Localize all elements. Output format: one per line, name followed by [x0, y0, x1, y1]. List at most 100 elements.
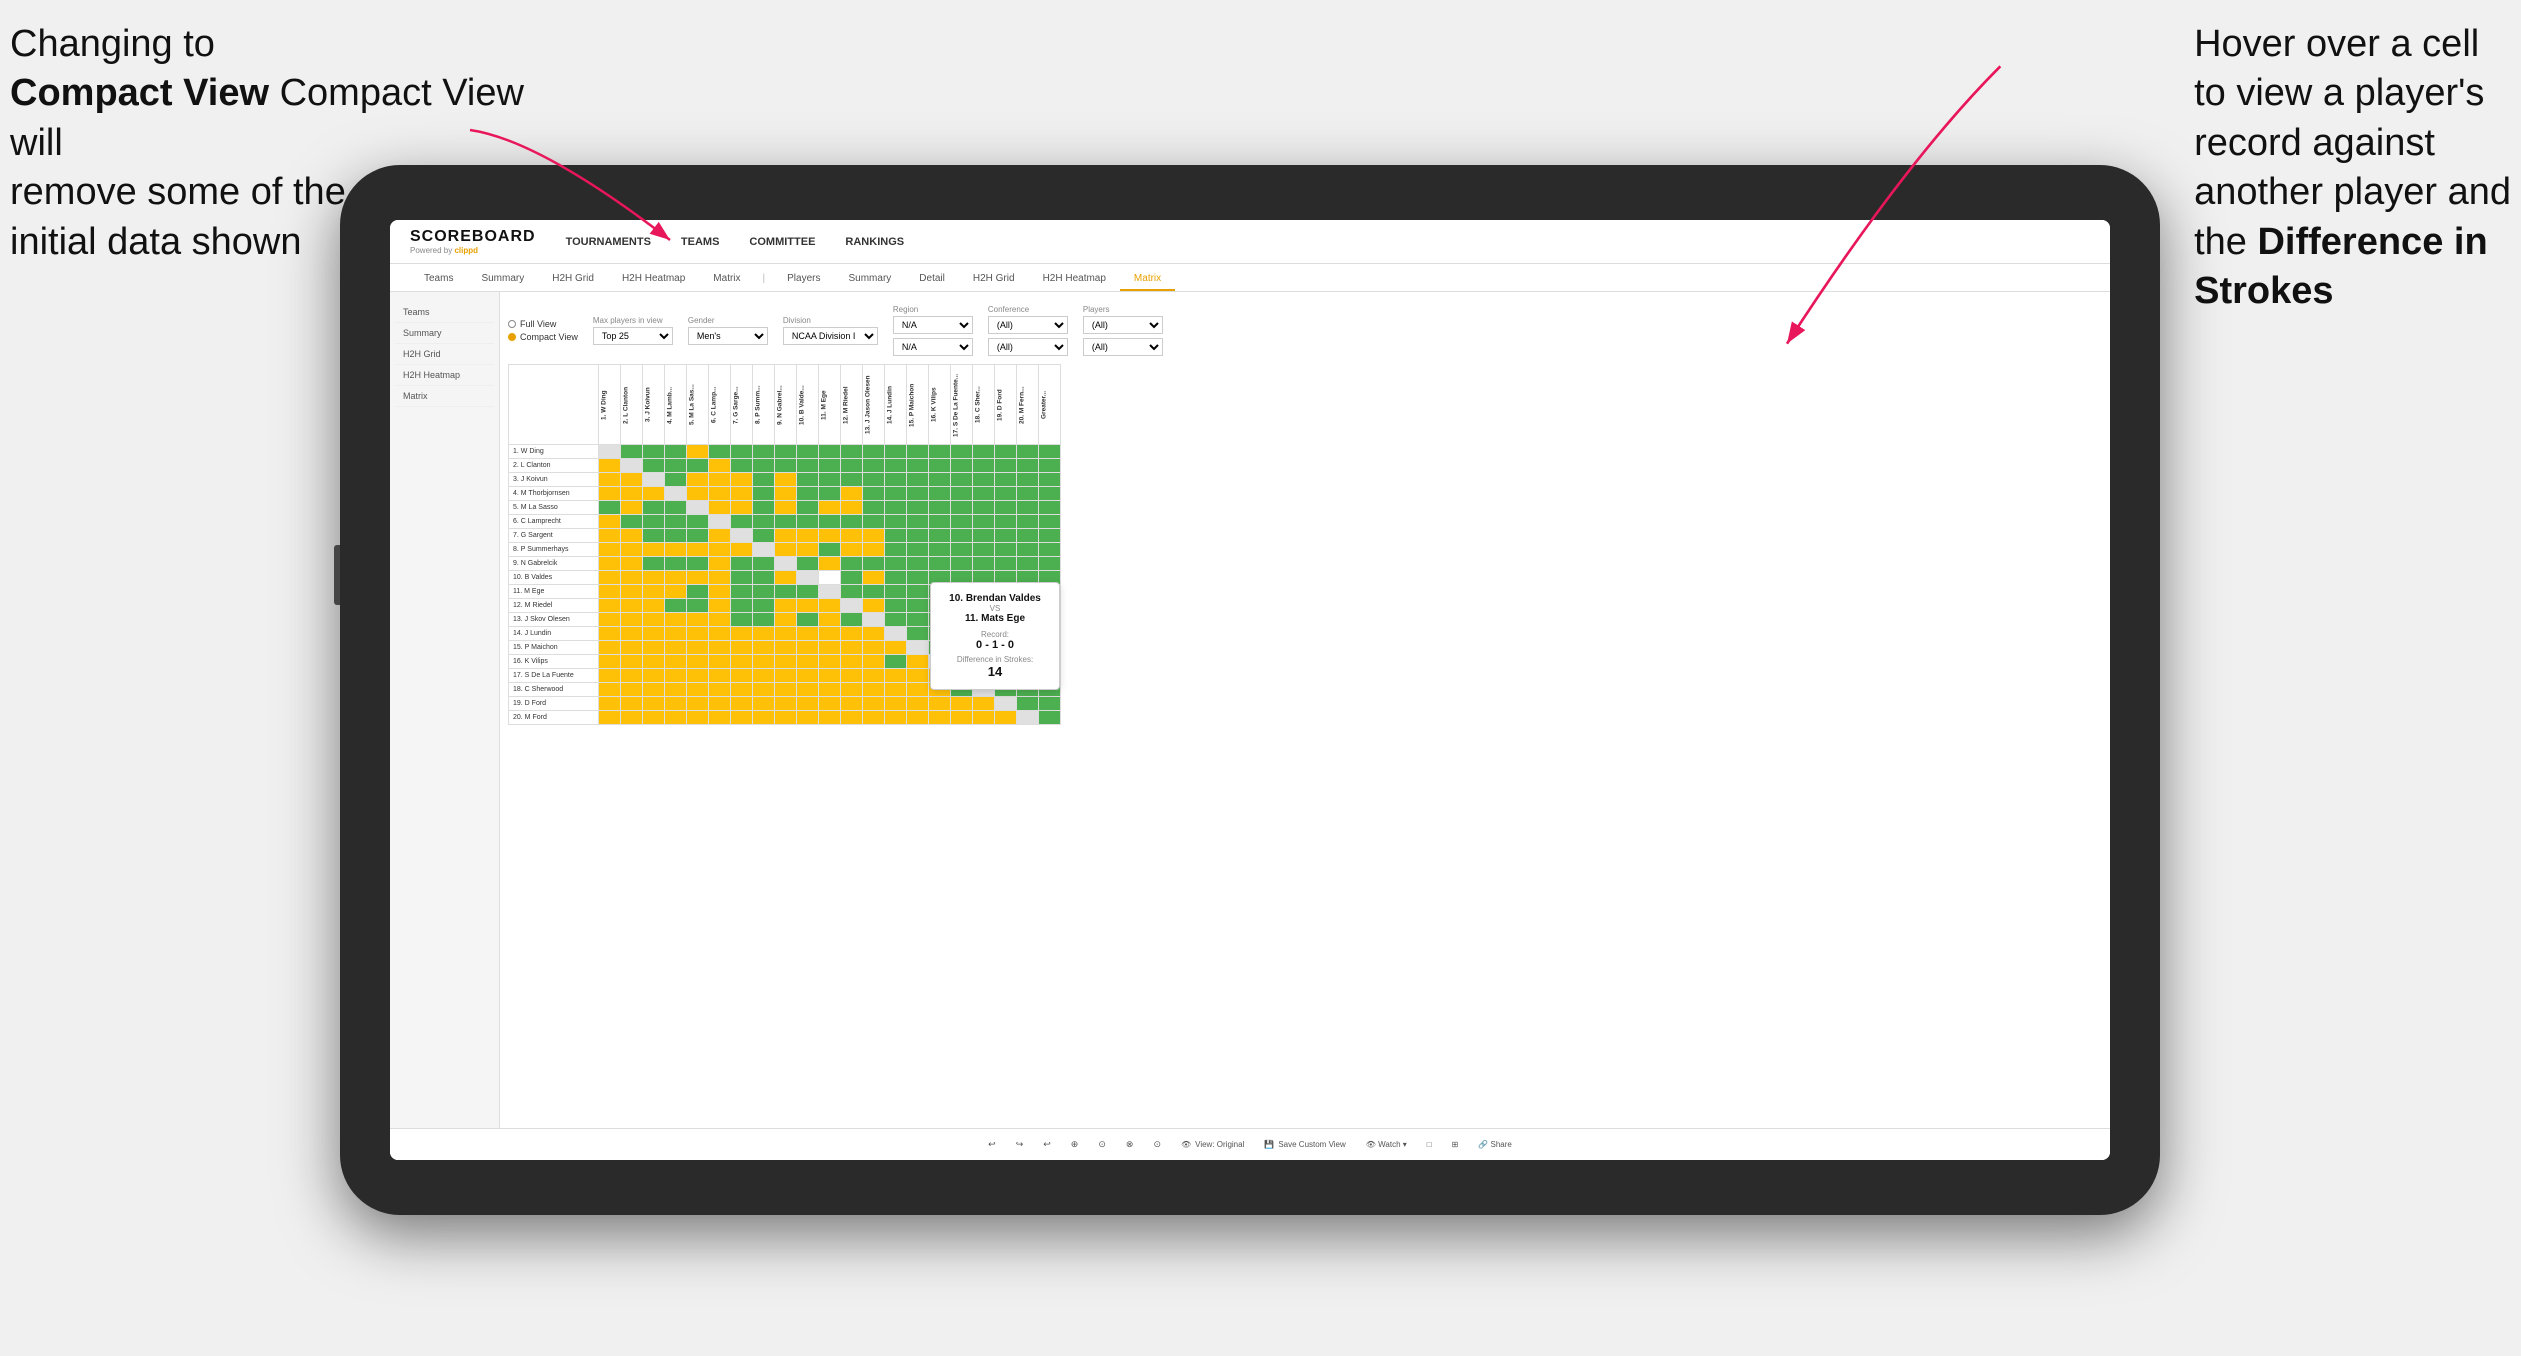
cell-5-15[interactable] [929, 515, 951, 529]
cell-9-3[interactable] [665, 571, 687, 585]
left-tab-h2h-grid[interactable]: H2H Grid [395, 344, 494, 365]
cell-7-1[interactable] [621, 543, 643, 557]
cell-16-0[interactable] [599, 669, 621, 683]
cell-5-11[interactable] [841, 515, 863, 529]
cell-9-13[interactable] [885, 571, 907, 585]
cell-2-4[interactable] [687, 473, 709, 487]
cell-13-2[interactable] [643, 627, 665, 641]
cell-0-13[interactable] [885, 445, 907, 459]
left-tab-h2h-heatmap[interactable]: H2H Heatmap [395, 365, 494, 386]
matrix-wrapper[interactable]: 1. W Ding 2. L Clanton 3. J Koivun 4. M … [508, 364, 2102, 1104]
toolbar-undo2[interactable]: ↩ [1043, 1139, 1051, 1150]
cell-7-8[interactable] [775, 543, 797, 557]
cell-3-0[interactable] [599, 487, 621, 501]
cell-9-6[interactable] [731, 571, 753, 585]
cell-5-20[interactable] [1039, 515, 1061, 529]
cell-3-7[interactable] [753, 487, 775, 501]
cell-16-13[interactable] [885, 669, 907, 683]
cell-5-5[interactable] [709, 515, 731, 529]
cell-8-13[interactable] [885, 557, 907, 571]
cell-19-6[interactable] [731, 711, 753, 725]
cell-4-7[interactable] [753, 501, 775, 515]
cell-19-18[interactable] [995, 711, 1017, 725]
cell-3-6[interactable] [731, 487, 753, 501]
nav-committee[interactable]: COMMITTEE [749, 232, 815, 252]
cell-18-0[interactable] [599, 697, 621, 711]
cell-1-11[interactable] [841, 459, 863, 473]
max-players-select[interactable]: Top 25 [593, 327, 673, 345]
cell-7-16[interactable] [951, 543, 973, 557]
cell-2-6[interactable] [731, 473, 753, 487]
tab-summary2[interactable]: Summary [835, 268, 906, 291]
cell-15-13[interactable] [885, 655, 907, 669]
cell-2-2[interactable] [643, 473, 665, 487]
cell-17-7[interactable] [753, 683, 775, 697]
cell-7-13[interactable] [885, 543, 907, 557]
cell-10-8[interactable] [775, 585, 797, 599]
cell-6-0[interactable] [599, 529, 621, 543]
cell-1-9[interactable] [797, 459, 819, 473]
cell-15-5[interactable] [709, 655, 731, 669]
cell-5-14[interactable] [907, 515, 929, 529]
nav-teams[interactable]: TEAMS [681, 232, 720, 252]
cell-13-10[interactable] [819, 627, 841, 641]
cell-0-15[interactable] [929, 445, 951, 459]
cell-10-1[interactable] [621, 585, 643, 599]
cell-8-14[interactable] [907, 557, 929, 571]
cell-18-20[interactable] [1039, 697, 1061, 711]
cell-19-8[interactable] [775, 711, 797, 725]
cell-3-12[interactable] [863, 487, 885, 501]
cell-1-3[interactable] [665, 459, 687, 473]
cell-18-4[interactable] [687, 697, 709, 711]
cell-8-1[interactable] [621, 557, 643, 571]
cell-8-12[interactable] [863, 557, 885, 571]
nav-rankings[interactable]: RANKINGS [845, 232, 904, 252]
cell-10-11[interactable] [841, 585, 863, 599]
cell-16-11[interactable] [841, 669, 863, 683]
cell-2-8[interactable] [775, 473, 797, 487]
cell-4-4[interactable] [687, 501, 709, 515]
cell-2-17[interactable] [973, 473, 995, 487]
tab-matrix2[interactable]: Matrix [1120, 268, 1175, 291]
cell-14-0[interactable] [599, 641, 621, 655]
cell-13-1[interactable] [621, 627, 643, 641]
cell-3-9[interactable] [797, 487, 819, 501]
cell-16-8[interactable] [775, 669, 797, 683]
cell-1-8[interactable] [775, 459, 797, 473]
cell-17-8[interactable] [775, 683, 797, 697]
cell-18-14[interactable] [907, 697, 929, 711]
cell-19-9[interactable] [797, 711, 819, 725]
cell-4-6[interactable] [731, 501, 753, 515]
cell-3-15[interactable] [929, 487, 951, 501]
cell-7-15[interactable] [929, 543, 951, 557]
cell-4-18[interactable] [995, 501, 1017, 515]
cell-3-14[interactable] [907, 487, 929, 501]
cell-6-18[interactable] [995, 529, 1017, 543]
cell-13-0[interactable] [599, 627, 621, 641]
cell-18-5[interactable] [709, 697, 731, 711]
cell-11-3[interactable] [665, 599, 687, 613]
cell-15-9[interactable] [797, 655, 819, 669]
cell-2-0[interactable] [599, 473, 621, 487]
cell-5-9[interactable] [797, 515, 819, 529]
cell-3-20[interactable] [1039, 487, 1061, 501]
cell-8-20[interactable] [1039, 557, 1061, 571]
cell-0-9[interactable] [797, 445, 819, 459]
cell-5-16[interactable] [951, 515, 973, 529]
cell-7-17[interactable] [973, 543, 995, 557]
cell-8-5[interactable] [709, 557, 731, 571]
cell-9-5[interactable] [709, 571, 731, 585]
tab-players[interactable]: Players [773, 268, 834, 291]
full-view-option[interactable]: Full View [508, 319, 578, 329]
cell-18-7[interactable] [753, 697, 775, 711]
cell-13-6[interactable] [731, 627, 753, 641]
cell-11-2[interactable] [643, 599, 665, 613]
cell-7-12[interactable] [863, 543, 885, 557]
cell-0-7[interactable] [753, 445, 775, 459]
cell-1-10[interactable] [819, 459, 841, 473]
cell-3-18[interactable] [995, 487, 1017, 501]
cell-4-16[interactable] [951, 501, 973, 515]
cell-9-12[interactable] [863, 571, 885, 585]
cell-9-9[interactable] [797, 571, 819, 585]
cell-4-1[interactable] [621, 501, 643, 515]
